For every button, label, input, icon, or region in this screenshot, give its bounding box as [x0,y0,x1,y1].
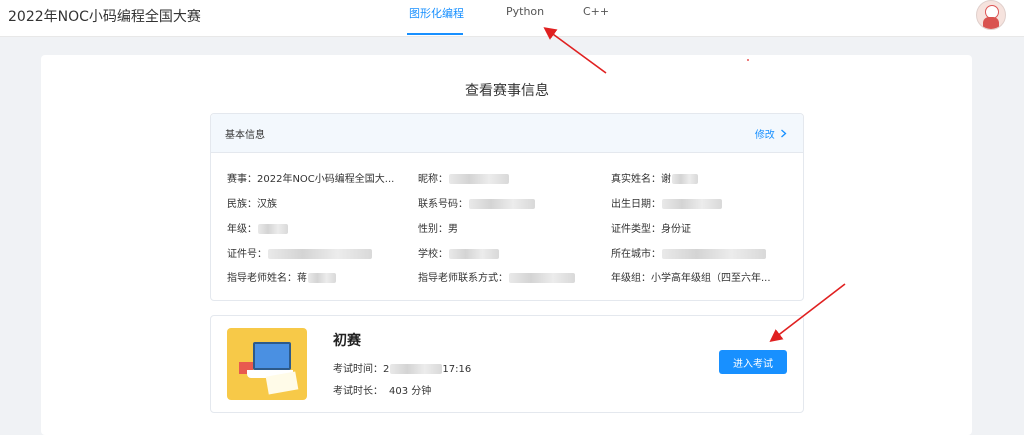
page-title: 查看赛事信息 [465,83,549,99]
redacted-value [469,199,535,209]
redacted-value [308,273,336,283]
avatar-body-icon [983,17,999,29]
user-avatar[interactable] [976,0,1006,30]
brand-title: 2022年NOC小码编程全国大赛 [8,9,201,25]
field-competition: 赛事：2022年NOC小码编程全国大... [227,174,395,185]
field-gender: 性别：男 [418,224,458,235]
laptop-icon [253,342,291,370]
field-ethnicity: 民族：汉族 [227,199,277,210]
chevron-right-icon [780,129,787,141]
paper-icon [265,371,299,395]
exam-time: 考试时间：2 17:16 [333,364,472,375]
field-id-type: 证件类型：身份证 [611,224,691,235]
field-birth-date: 出生日期： [611,195,722,210]
redacted-value [390,364,443,374]
field-grade-group: 年级组：小学高年级组（四至六年... [611,273,771,284]
exam-title: 初赛 [333,333,361,349]
edit-label: 修改 [754,130,775,141]
field-phone: 联系号码： [418,195,535,210]
field-real-name: 真实姓名：谢 [611,170,698,185]
field-school: 学校： [418,245,499,260]
redacted-value [662,249,766,259]
redacted-value [268,249,372,259]
basic-info-header: 基本信息 修改 [211,114,803,153]
redacted-value [449,249,499,259]
redacted-value [258,224,288,234]
tab-cpp[interactable]: C++ [583,5,609,18]
field-nickname: 昵称： [418,170,509,185]
enter-exam-button[interactable]: 进入考试 [719,350,787,374]
tab-graphical-programming[interactable]: 图形化编程 [409,5,464,21]
redacted-value [672,174,698,184]
field-grade: 年级： [227,220,288,235]
active-tab-indicator [407,33,463,35]
field-id-number: 证件号： [227,245,372,260]
edit-button[interactable]: 修改 [755,126,787,141]
tab-python[interactable]: Python [506,5,544,18]
top-header: 2022年NOC小码编程全国大赛 图形化编程 Python C++ [0,0,1024,37]
basic-info-card: 基本信息 修改 赛事：2022年NOC小码编程全国大... 昵称： 真实姓名：谢… [210,113,804,301]
field-teacher-contact: 指导老师联系方式： [418,269,575,284]
basic-info-title: 基本信息 [225,130,265,141]
exam-card: 初赛 考试时间：2 17:16 考试时长： 403 分钟 进入考试 [210,315,804,413]
exam-duration: 考试时长： 403 分钟 [333,386,432,397]
redacted-value [509,273,575,283]
exam-illustration [227,328,307,400]
field-city: 所在城市： [611,245,766,260]
redacted-value [662,199,722,209]
field-teacher-name: 指导老师姓名：蒋 [227,269,336,284]
redacted-value [449,174,509,184]
